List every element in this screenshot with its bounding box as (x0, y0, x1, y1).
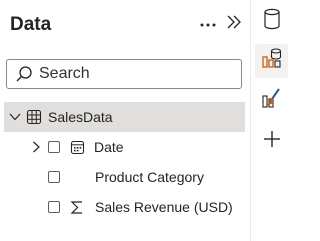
field-checkbox-sales-revenue[interactable] (48, 201, 60, 213)
rail-button-format[interactable] (255, 84, 288, 118)
table-icon (26, 109, 42, 125)
search-icon (15, 65, 33, 83)
right-pane-rail (250, 0, 291, 241)
pane-actions (196, 12, 246, 36)
chevron-right-icon[interactable] (28, 139, 44, 155)
table-label: SalesData (48, 109, 113, 125)
tree-table-salesdata[interactable]: SalesData (4, 102, 245, 132)
search-box (6, 59, 242, 89)
field-checkbox-product-category[interactable] (48, 171, 60, 183)
field-checkbox-date[interactable] (48, 141, 60, 153)
pane-title: Data (10, 14, 52, 35)
more-options-button[interactable] (196, 12, 220, 36)
plus-icon (263, 130, 281, 153)
sigma-icon (69, 199, 85, 215)
data-model-icon (261, 47, 283, 76)
field-row-product-category[interactable]: Product Category (4, 162, 245, 192)
calendar-icon (69, 139, 85, 155)
field-row-sales-revenue[interactable]: Sales Revenue (USD) (4, 192, 245, 222)
search-input[interactable] (39, 65, 229, 83)
rail-button-model[interactable] (255, 44, 288, 78)
format-brush-icon (261, 87, 283, 116)
field-label-date: Date (94, 139, 124, 155)
data-pane: Data Search SalesData Date Product Categ… (0, 0, 250, 241)
field-row-date[interactable]: Date (4, 132, 245, 162)
chevron-down-icon[interactable] (7, 109, 23, 125)
cylinder-icon (263, 8, 281, 35)
field-label-sales-revenue: Sales Revenue (USD) (95, 199, 233, 215)
field-label-product-category: Product Category (95, 169, 204, 185)
rail-button-data[interactable] (255, 4, 288, 38)
collapse-pane-button[interactable] (222, 12, 246, 36)
double-chevron-right-icon (226, 14, 242, 35)
ellipsis-icon (199, 15, 217, 33)
rail-button-add[interactable] (255, 124, 288, 158)
